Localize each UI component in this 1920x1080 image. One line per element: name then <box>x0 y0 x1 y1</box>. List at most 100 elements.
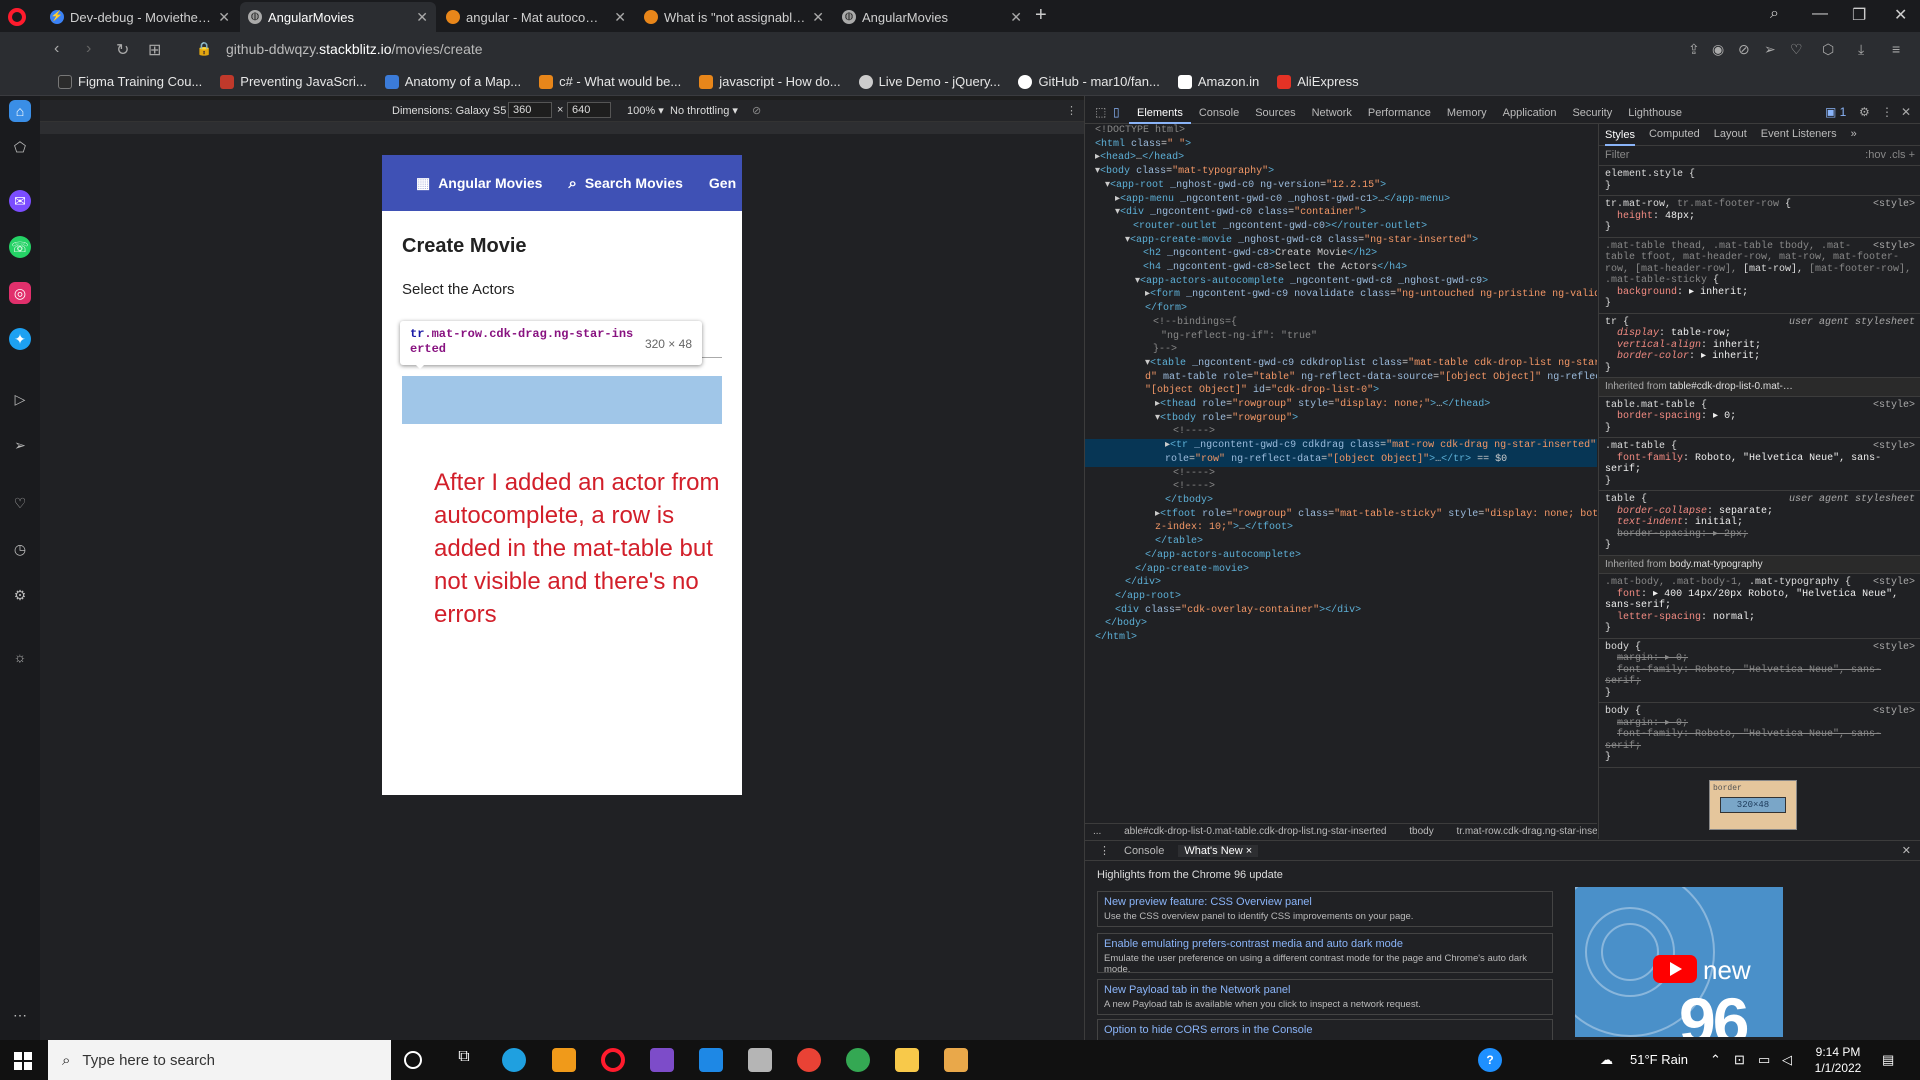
notifications-icon[interactable]: ▤ <box>1882 1052 1894 1068</box>
dom-line[interactable]: <div class="cdk-overlay-container"></div… <box>1085 604 1597 618</box>
style-rule[interactable]: user agent stylesheet tr { display: table… <box>1599 314 1920 378</box>
instagram-icon[interactable]: ◎ <box>9 282 31 304</box>
dom-line[interactable]: ▸<head>…</head> <box>1085 151 1597 165</box>
tools-icon[interactable] <box>748 1048 772 1072</box>
more-icon[interactable]: ⋮ <box>1881 105 1893 119</box>
back-icon[interactable]: ‹ <box>54 40 59 58</box>
style-rule[interactable]: user agent stylesheet table { border-coll… <box>1599 491 1920 556</box>
filter-input[interactable]: Filter <box>1605 149 1629 161</box>
battery-icon[interactable]: ▭ <box>1758 1052 1770 1068</box>
tab-performance[interactable]: Performance <box>1360 102 1439 124</box>
breadcrumb-item[interactable]: able#cdk-drop-list-0.mat-table.cdk-drop-… <box>1124 826 1386 837</box>
vscode-icon[interactable] <box>699 1048 723 1072</box>
close-icon[interactable]: ✕ <box>614 9 626 26</box>
settings-icon[interactable]: ⚙ <box>1859 105 1870 119</box>
dom-line[interactable]: ▸<thead role="rowgroup" style="display: … <box>1085 398 1597 412</box>
device-width-input[interactable] <box>508 102 552 118</box>
dom-line[interactable]: ▸<app-menu _ngcontent-gwd-c0 _nghost-gwd… <box>1085 193 1597 207</box>
nav-angular-movies[interactable]: ▦ Angular Movies <box>416 174 542 192</box>
visual-studio-icon[interactable] <box>650 1048 674 1072</box>
play-icon[interactable] <box>1653 955 1697 983</box>
zoom-select[interactable]: 100% ▾ <box>627 104 664 117</box>
dom-line[interactable]: ▾<app-create-movie _nghost-gwd-c8 class=… <box>1085 234 1597 248</box>
url-field[interactable]: github-ddwqzy.stackblitz.io/movies/creat… <box>226 41 483 57</box>
close-drawer-icon[interactable]: ✕ <box>1902 844 1911 857</box>
bookmark-item[interactable]: Anatomy of a Map... <box>384 74 521 89</box>
style-rule[interactable]: <style> .mat-body, .mat-body-1, .mat-typo… <box>1599 574 1920 639</box>
grid-icon[interactable]: ⊞ <box>148 40 161 60</box>
tab-sources[interactable]: Sources <box>1247 102 1303 124</box>
dom-line-selected[interactable]: role="row" ng-reflect-data="[object Obje… <box>1085 452 1597 467</box>
dom-line[interactable]: ▸<tfoot role="rowgroup" class="mat-table… <box>1085 508 1597 522</box>
history-icon[interactable]: ◷ <box>9 538 31 560</box>
restore-icon[interactable]: ❐ <box>1852 5 1866 25</box>
browser-tab[interactable]: ◍ AngularMovies ✕ <box>834 2 1030 32</box>
bookmark-item[interactable]: Figma Training Cou... <box>58 74 202 89</box>
tab-event-listeners[interactable]: Event Listeners <box>1761 128 1837 141</box>
dom-line[interactable]: <!----> <box>1085 425 1597 439</box>
chrome-96-video-thumbnail[interactable]: new 96 <box>1575 887 1783 1037</box>
dom-line[interactable]: ▾<tbody role="rowgroup"> <box>1085 412 1597 426</box>
tab-computed[interactable]: Computed <box>1649 128 1700 141</box>
dom-line[interactable]: </tbody> <box>1085 494 1597 508</box>
tab-elements[interactable]: Elements <box>1129 102 1191 124</box>
style-rule[interactable]: element.style { } <box>1599 166 1920 196</box>
chrome-dev-icon[interactable] <box>797 1048 821 1072</box>
camera-icon[interactable]: ◉ <box>1712 41 1724 58</box>
whats-new-item[interactable]: Enable emulating prefers-contrast media … <box>1097 933 1553 975</box>
device-height-input[interactable] <box>567 102 611 118</box>
browser-tab[interactable]: What is "not assignable to ✕ <box>636 2 832 32</box>
opera-logo-icon[interactable] <box>8 8 26 26</box>
dom-line[interactable]: ▾<div _ngcontent-gwd-c0 class="container… <box>1085 206 1597 220</box>
bookmark-item[interactable]: Preventing JavaScri... <box>220 74 367 89</box>
tab-layout[interactable]: Layout <box>1714 128 1747 141</box>
style-rule[interactable]: <style> .mat-table { font-family: Roboto,… <box>1599 438 1920 491</box>
close-icon[interactable]: ✕ <box>416 9 428 26</box>
lock-icon[interactable]: 🔒 <box>196 41 212 57</box>
home-icon[interactable]: ⌂ <box>9 100 31 122</box>
dom-line[interactable]: <!----> <box>1085 467 1597 481</box>
rotate-icon[interactable]: ⊘ <box>752 104 761 117</box>
windows-start-icon[interactable] <box>14 1052 32 1070</box>
whatsapp-icon[interactable]: ☏ <box>9 236 31 258</box>
highlighted-table-row[interactable] <box>402 376 722 424</box>
player-icon[interactable]: ▷ <box>9 388 31 410</box>
dom-line[interactable]: "[object Object]" id="cdk-drop-list-0"> <box>1085 384 1597 398</box>
heart-icon[interactable]: ♡ <box>1790 41 1803 58</box>
more-icon[interactable]: ⋮ <box>1099 844 1110 857</box>
messenger-icon[interactable]: ✉ <box>9 190 31 212</box>
more-options-icon[interactable]: ⋮ <box>1066 104 1077 117</box>
sublime-icon[interactable] <box>552 1048 576 1072</box>
dom-line[interactable]: <!--bindings={ <box>1085 316 1597 330</box>
minimize-icon[interactable]: — <box>1812 5 1828 23</box>
dom-line[interactable]: </table> <box>1085 535 1597 549</box>
dom-line[interactable]: ▾<table _ngcontent-gwd-c9 cdkdroplist cl… <box>1085 357 1597 371</box>
style-rule[interactable]: <style> tr.mat-row, tr.mat-footer-row { h… <box>1599 196 1920 238</box>
opera-taskbar-icon[interactable] <box>601 1048 625 1072</box>
cortana-icon[interactable] <box>404 1051 422 1069</box>
filter-tools[interactable]: :hov .cls + <box>1865 149 1915 161</box>
volume-icon[interactable]: ◁ <box>1782 1052 1792 1068</box>
tab-more[interactable]: » <box>1851 128 1857 141</box>
browser-tab-active[interactable]: ◍ AngularMovies ✕ <box>240 2 436 32</box>
bookmark-item[interactable]: GitHub - mar10/fan... <box>1018 74 1160 89</box>
tab-application[interactable]: Application <box>1495 102 1565 124</box>
close-icon[interactable]: ✕ <box>812 9 824 26</box>
edge-icon[interactable] <box>502 1048 526 1072</box>
share-icon[interactable]: ⇪ <box>1688 41 1700 58</box>
tab-styles[interactable]: Styles <box>1605 124 1635 146</box>
browser-tab[interactable]: ⚡ Dev-debug - Movietheater ✕ <box>42 2 238 32</box>
pin-icon[interactable]: ⬠ <box>9 136 31 158</box>
drawer-tab-console[interactable]: Console <box>1124 845 1164 857</box>
help-icon[interactable]: ? <box>1478 1048 1502 1072</box>
system-clock[interactable]: 9:14 PM 1/1/2022 <box>1808 1044 1868 1076</box>
breadcrumb-item[interactable]: tr.mat-row.cdk-drag.ng-star-inserted <box>1456 826 1597 837</box>
style-rule[interactable]: <style> .mat-table thead, .mat-table tbod… <box>1599 238 1920 314</box>
search-tabs-icon[interactable]: ⌕ <box>1770 5 1779 23</box>
browser-tab[interactable]: angular - Mat autocomplete ✕ <box>438 2 634 32</box>
dom-line[interactable]: <!----> <box>1085 480 1597 494</box>
styles-filter[interactable]: Filter :hov .cls + <box>1599 146 1920 166</box>
weather-text[interactable]: 51°F Rain <box>1630 1052 1688 1067</box>
download-icon[interactable]: ⤓ <box>1858 41 1864 58</box>
tab-network[interactable]: Network <box>1304 102 1360 124</box>
